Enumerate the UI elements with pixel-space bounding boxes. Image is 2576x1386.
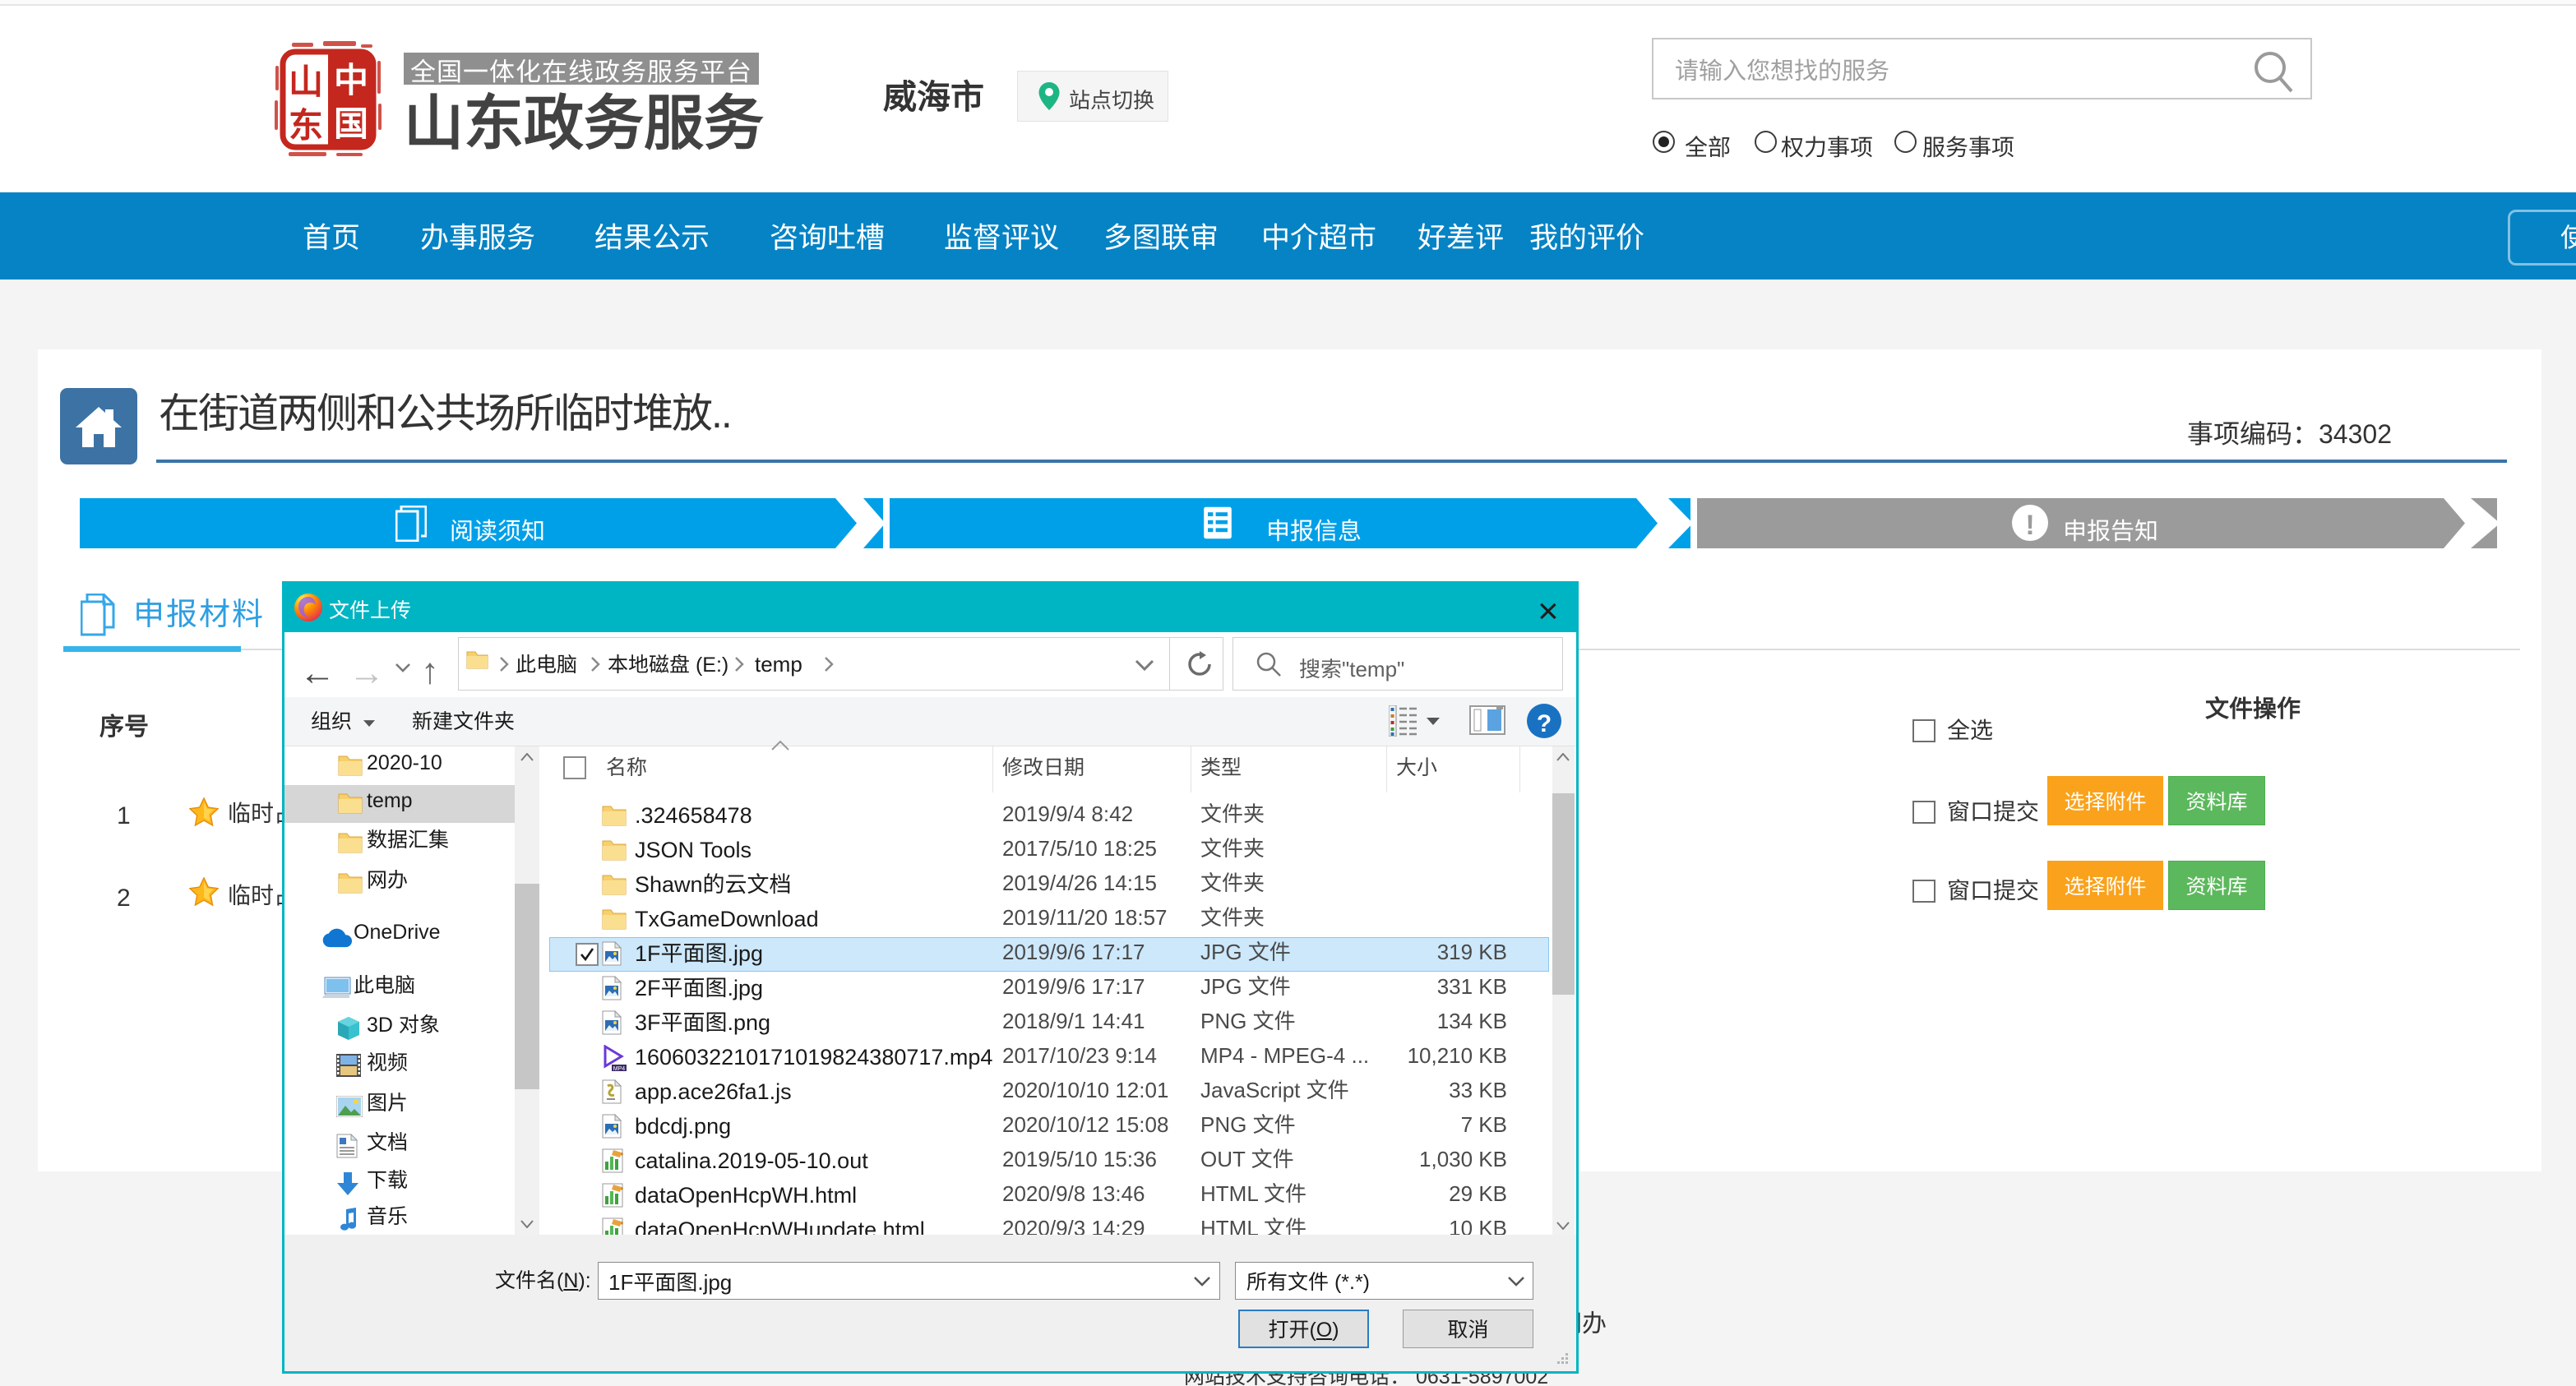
svg-text:国: 国 (334, 96, 368, 146)
svg-text:山: 山 (289, 54, 323, 104)
svg-text:中: 中 (334, 53, 368, 103)
svg-text:MP4: MP4 (613, 1066, 626, 1071)
svg-text:东: 东 (289, 98, 323, 148)
